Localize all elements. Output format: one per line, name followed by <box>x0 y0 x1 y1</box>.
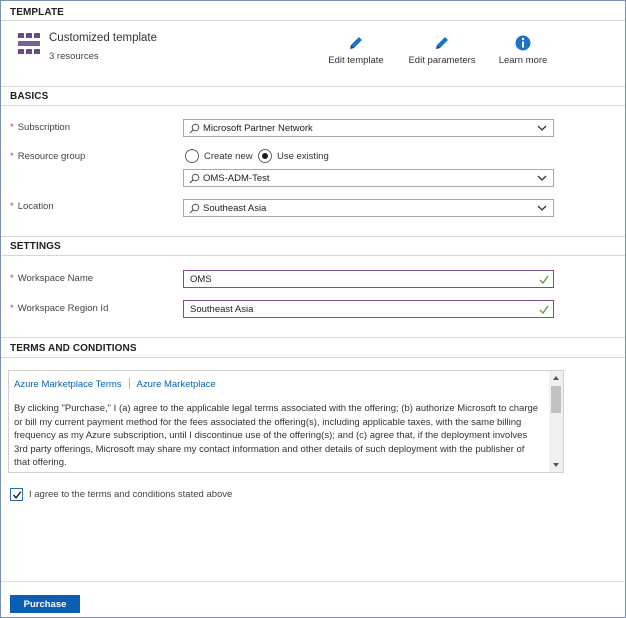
terms-scrollbar[interactable] <box>549 371 563 472</box>
edit-parameters-label: Edit parameters <box>408 55 476 66</box>
edit-parameters-button[interactable]: Edit parameters <box>407 34 477 66</box>
workspace-region-field[interactable] <box>183 300 554 318</box>
chevron-down-icon <box>537 175 547 181</box>
search-icon <box>189 123 200 134</box>
location-label: * Location <box>10 201 54 212</box>
link-separator <box>128 378 130 389</box>
agree-terms-label: I agree to the terms and conditions stat… <box>29 489 233 500</box>
template-grid-icon <box>18 33 40 54</box>
checkmark-icon <box>539 305 549 314</box>
location-select[interactable]: Southeast Asia <box>183 199 554 217</box>
divider <box>1 357 625 358</box>
template-name: Customized template <box>49 32 158 44</box>
chevron-down-icon <box>537 205 547 211</box>
basics-section-title: BASICS <box>10 91 49 102</box>
edit-template-label: Edit template <box>328 55 384 66</box>
divider <box>1 236 625 237</box>
radio-button[interactable] <box>185 149 199 163</box>
subscription-label: * Subscription <box>10 122 70 133</box>
workspace-region-input[interactable] <box>184 301 534 317</box>
create-new-radio[interactable]: Create new <box>185 149 253 163</box>
terms-body: By clicking "Purchase," I (a) agree to t… <box>14 403 539 468</box>
divider <box>1 105 625 106</box>
workspace-name-field[interactable] <box>183 270 554 288</box>
learn-more-label: Learn more <box>498 55 548 66</box>
resource-group-label: * Resource group <box>10 151 86 162</box>
chevron-down-icon <box>537 125 547 131</box>
pencil-icon <box>350 37 362 49</box>
pencil-icon <box>436 37 448 49</box>
scroll-up-icon[interactable] <box>553 376 559 380</box>
purchase-button[interactable]: Purchase <box>10 595 80 613</box>
agree-terms-checkbox[interactable]: I agree to the terms and conditions stat… <box>10 488 232 501</box>
azure-marketplace-link[interactable]: Azure Marketplace <box>137 379 216 390</box>
template-section-title: TEMPLATE <box>10 7 64 18</box>
template-resource-count: 3 resources <box>49 51 99 62</box>
info-icon <box>515 35 531 51</box>
terms-section-title: TERMS AND CONDITIONS <box>10 343 137 354</box>
settings-section-title: SETTINGS <box>10 241 61 252</box>
checkmark-icon <box>12 491 22 499</box>
use-existing-radio[interactable]: Use existing <box>258 149 329 163</box>
azure-marketplace-terms-link[interactable]: Azure Marketplace Terms <box>14 379 122 390</box>
checkmark-icon <box>539 275 549 284</box>
search-icon <box>189 203 200 214</box>
footer-divider <box>1 581 625 582</box>
divider <box>1 337 625 338</box>
radio-button-selected[interactable] <box>258 149 272 163</box>
workspace-region-label: * Workspace Region Id <box>10 303 109 314</box>
create-new-label: Create new <box>204 150 253 162</box>
terms-box: Azure Marketplace Terms Azure Marketplace… <box>8 370 564 473</box>
subscription-select[interactable]: Microsoft Partner Network <box>183 119 554 137</box>
use-existing-label: Use existing <box>277 150 329 162</box>
workspace-name-input[interactable] <box>184 271 534 287</box>
edit-template-button[interactable]: Edit template <box>327 34 385 66</box>
learn-more-button[interactable]: Learn more <box>497 34 549 66</box>
resource-group-value: OMS-ADM-Test <box>203 173 270 184</box>
scroll-down-icon[interactable] <box>553 463 559 467</box>
divider <box>1 86 625 87</box>
location-value: Southeast Asia <box>203 203 267 214</box>
search-icon <box>189 173 200 184</box>
workspace-name-label: * Workspace Name <box>10 273 94 284</box>
resource-group-select[interactable]: OMS-ADM-Test <box>183 169 554 187</box>
subscription-value: Microsoft Partner Network <box>203 123 313 134</box>
scroll-thumb[interactable] <box>551 386 561 413</box>
checkbox[interactable] <box>10 488 23 501</box>
divider <box>1 255 625 256</box>
terms-links: Azure Marketplace Terms Azure Marketplace <box>14 378 216 390</box>
divider <box>1 20 625 21</box>
